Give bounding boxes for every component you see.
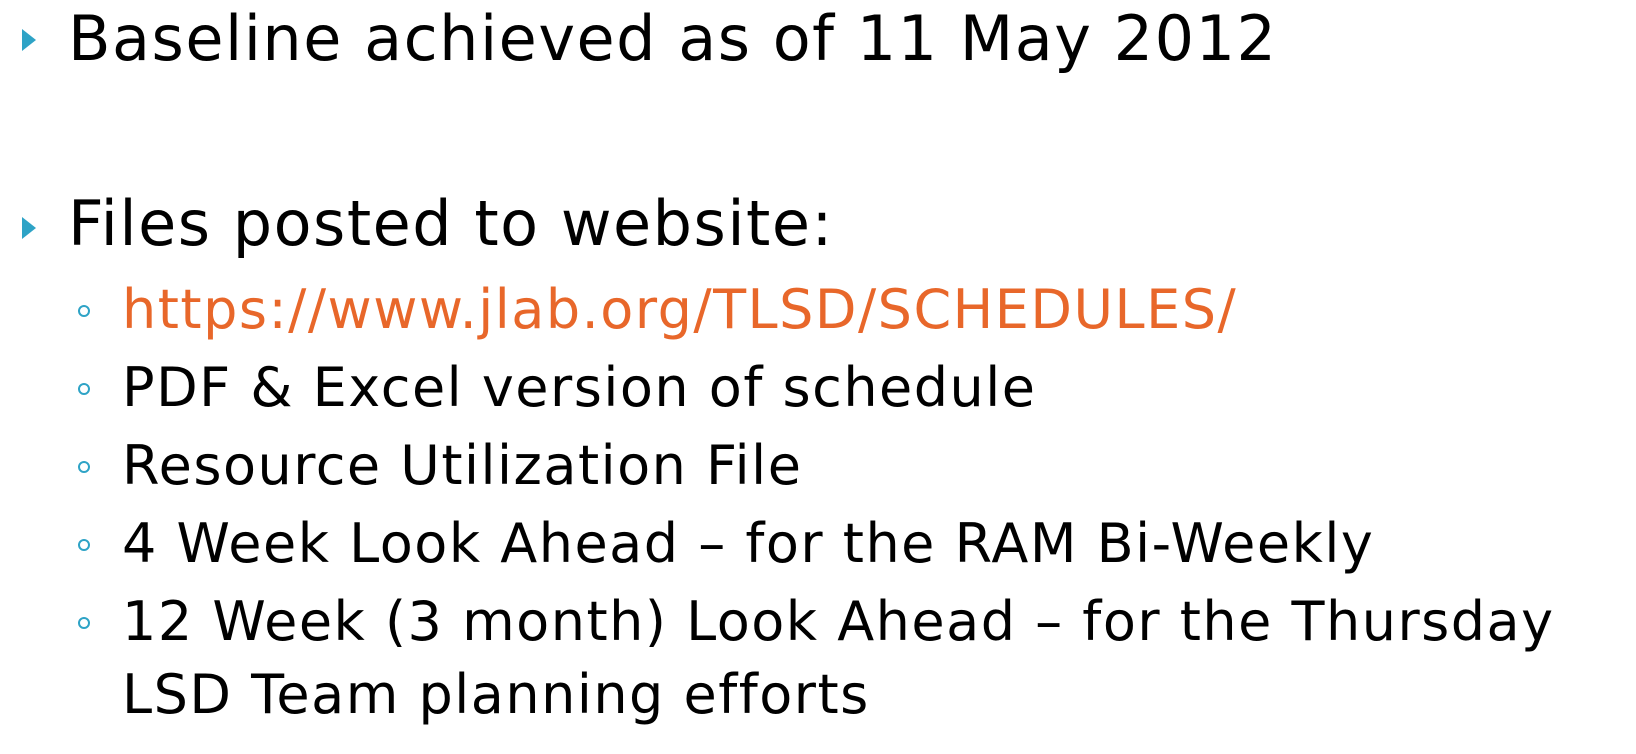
circle-bullet-icon xyxy=(78,383,90,395)
subitem-12-week-continued: LSD Team planning efforts xyxy=(122,663,870,726)
circle-bullet-icon xyxy=(78,305,90,317)
triangle-bullet-icon xyxy=(22,29,36,51)
bullet-files-posted: Files posted to website: xyxy=(68,187,834,260)
subitem-pdf-excel: PDF & Excel version of schedule xyxy=(122,356,1037,419)
circle-bullet-icon xyxy=(78,539,90,551)
triangle-bullet-icon xyxy=(22,217,36,239)
subitem-resource-utilization: Resource Utilization File xyxy=(122,434,803,497)
bullet-baseline: Baseline achieved as of 11 May 2012 xyxy=(68,2,1278,75)
subitem-4-week: 4 Week Look Ahead – for the RAM Bi-Weekl… xyxy=(122,512,1375,575)
circle-bullet-icon xyxy=(78,461,90,473)
circle-bullet-icon xyxy=(78,617,90,629)
schedules-link[interactable]: https://www.jlab.org/TLSD/SCHEDULES/ xyxy=(122,283,1237,337)
subitem-12-week: 12 Week (3 month) Look Ahead – for the T… xyxy=(122,590,1555,653)
